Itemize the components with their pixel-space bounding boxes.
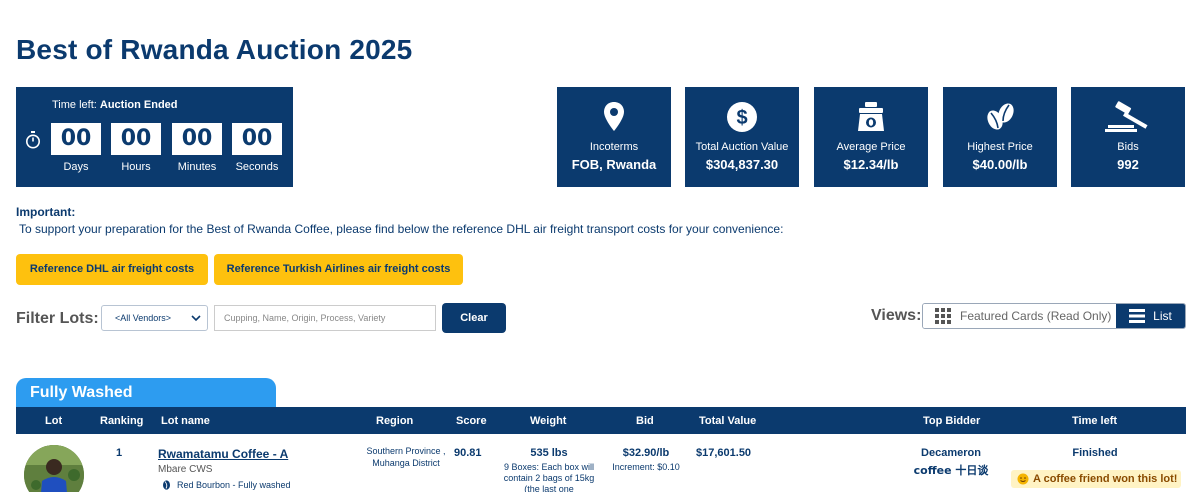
stat-bids: Bids 992	[1071, 87, 1185, 187]
clear-button[interactable]: Clear	[442, 303, 506, 333]
lots-table-header: Lot Ranking Lot name Region Score Weight…	[16, 407, 1186, 434]
col-score: Score	[456, 415, 487, 427]
lot-ranking: 1	[116, 447, 123, 459]
col-lot: Lot	[45, 415, 63, 427]
hug-emoji-icon	[1017, 473, 1029, 485]
section-tab-fully-washed: Fully Washed	[16, 378, 276, 408]
seconds-unit: Seconds	[235, 161, 279, 173]
col-total-value: Total Value	[699, 415, 757, 427]
days-unit: Days	[63, 161, 89, 173]
countdown-hours: 00 Hours	[111, 123, 161, 173]
col-lot-name: Lot name	[161, 415, 210, 427]
filter-lots-label: Filter Lots:	[16, 310, 99, 327]
views-label: Views:	[871, 307, 922, 324]
lot-search-placeholder: Cupping, Name, Origin, Process, Variety	[224, 313, 386, 323]
stat-value: $304,837.30	[705, 157, 779, 172]
views-toggle: Featured Cards (Read Only) List	[922, 303, 1186, 329]
featured-cards-label: Featured Cards (Read Only)	[960, 309, 1112, 323]
chevron-down-icon	[191, 315, 201, 322]
top-bidder-line2: coffee 十日谈	[913, 464, 989, 477]
vendor-select-value: <All Vendors>	[115, 313, 172, 323]
lot-station: Mbare CWS	[158, 464, 213, 475]
lot-variety-text: Red Bourbon - Fully washed	[177, 480, 291, 490]
list-view-label: List	[1153, 309, 1172, 323]
stat-incoterms: Incoterms FOB, Rwanda	[557, 87, 671, 187]
countdown-timer: Time left: Auction Ended 00 Days 00 Hour…	[16, 87, 293, 187]
coffee-bean-icon	[163, 480, 170, 490]
table-row[interactable]: 1 Rwamatamu Coffee - A Mbare CWS Red Bou…	[16, 434, 1186, 492]
important-heading: Important:	[16, 205, 76, 219]
hours-value: 00	[111, 123, 161, 155]
lot-search-input[interactable]: Cupping, Name, Origin, Process, Variety	[214, 305, 436, 331]
lot-variety: Red Bourbon - Fully washed	[162, 480, 291, 490]
minutes-unit: Minutes	[177, 161, 217, 173]
grid-icon	[935, 308, 951, 324]
hours-unit: Hours	[121, 161, 151, 173]
time-left-prefix: Time left:	[52, 99, 97, 111]
stat-average-price: Average Price $12.34/lb	[814, 87, 928, 187]
lot-weight-note: 9 Boxes: Each box will contain 2 bags of…	[503, 462, 595, 492]
seconds-value: 00	[232, 123, 282, 155]
svg-text:$: $	[736, 107, 747, 129]
col-bid: Bid	[636, 415, 654, 427]
list-icon	[1129, 309, 1146, 323]
important-text: To support your preparation for the Best…	[19, 222, 784, 236]
col-weight: Weight	[530, 415, 567, 427]
top-bidder-line1: Decameron	[921, 447, 981, 459]
col-time-left: Time left	[1072, 415, 1118, 427]
stat-total-auction-value: $ Total Auction Value $304,837.30	[685, 87, 799, 187]
days-value: 00	[51, 123, 101, 155]
page-title: Best of Rwanda Auction 2025	[16, 34, 413, 65]
lot-increment: Increment: $0.10	[612, 462, 680, 472]
lot-score: 90.81	[454, 447, 482, 459]
coffee-bean-icon	[987, 103, 1014, 130]
lot-total-value: $17,601.50	[696, 447, 752, 459]
col-top-bidder: Top Bidder	[923, 415, 981, 427]
stat-label: Average Price	[836, 141, 906, 153]
stat-value: 992	[1117, 157, 1139, 172]
winner-badge: A coffee friend won this lot!	[1011, 470, 1181, 488]
col-region: Region	[376, 415, 414, 427]
lot-region-line2: Muhanga District	[372, 458, 440, 468]
countdown-seconds: 00 Seconds	[232, 123, 282, 173]
lot-region-line1: Southern Province ,	[366, 446, 446, 456]
gavel-icon	[1105, 101, 1148, 132]
list-view-button[interactable]: List	[1116, 304, 1185, 328]
stat-label: Highest Price	[967, 141, 1033, 153]
stat-value: FOB, Rwanda	[571, 157, 657, 172]
lot-bid: $32.90/lb	[622, 447, 670, 459]
lot-time-left: Finished	[1072, 447, 1118, 459]
stat-label: Total Auction Value	[695, 141, 789, 153]
dollar-circle-icon: $	[727, 102, 757, 132]
auction-status: Auction Ended	[99, 99, 178, 111]
winner-badge-text: A coffee friend won this lot!	[1033, 473, 1178, 485]
stat-value: $12.34/lb	[843, 157, 899, 172]
turkish-airlines-freight-button[interactable]: Reference Turkish Airlines air freight c…	[214, 254, 463, 285]
lot-name-link[interactable]: Rwamatamu Coffee - A	[158, 447, 288, 461]
featured-cards-view-button[interactable]: Featured Cards (Read Only)	[923, 304, 1116, 328]
minutes-value: 00	[172, 123, 222, 155]
countdown-days: 00 Days	[51, 123, 101, 173]
lot-producer-photo	[24, 445, 84, 492]
stat-value: $40.00/lb	[972, 157, 1028, 172]
time-left-label: Time left: Auction Ended	[52, 99, 178, 111]
stopwatch-icon	[26, 131, 40, 149]
countdown-minutes: 00 Minutes	[172, 123, 222, 173]
stat-label: Incoterms	[589, 141, 639, 153]
stat-label: Bids	[1117, 141, 1139, 153]
col-ranking: Ranking	[100, 415, 144, 427]
lot-weight: 535 lbs	[530, 447, 568, 459]
map-pin-icon	[604, 102, 624, 131]
coffee-bag-icon	[858, 102, 884, 131]
stat-highest-price: Highest Price $40.00/lb	[943, 87, 1057, 187]
dhl-freight-button[interactable]: Reference DHL air freight costs	[16, 254, 208, 285]
vendor-select[interactable]: <All Vendors>	[101, 305, 208, 331]
